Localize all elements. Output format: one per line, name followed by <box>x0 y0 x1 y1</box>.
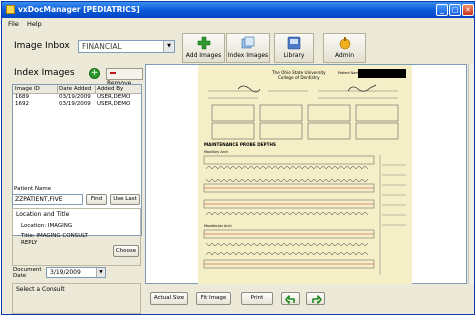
maximize-button[interactable]: □ <box>449 4 461 16</box>
window-title: vxDocManager [PEDIATRICS] <box>18 5 140 14</box>
cell-added-by: USER,DEMO <box>97 94 131 100</box>
index-images-icon <box>241 36 255 49</box>
cell-image-id: 1692 <box>15 101 29 107</box>
doc-college: College of Dentistry <box>278 75 320 80</box>
choose-button[interactable]: Choose <box>113 245 139 257</box>
document-date-value: 3/19/2009 <box>50 269 81 276</box>
library-button[interactable]: Library <box>274 33 314 63</box>
library-label: Library <box>283 52 305 59</box>
table-row[interactable]: 1689 03/19/2009 USER,DEMO <box>13 94 141 101</box>
image-viewer[interactable]: The Ohio State University College of Den… <box>145 64 467 284</box>
viewer-scrollbar[interactable] <box>468 64 474 284</box>
actual-size-button[interactable]: Actual Size <box>150 292 188 305</box>
location-title-heading: Location and Title <box>16 211 70 218</box>
add-images-button[interactable]: Add Images <box>182 33 225 63</box>
index-images-label: Index Images <box>227 52 269 59</box>
column-divider <box>95 85 96 93</box>
add-icon <box>197 36 210 50</box>
cell-date-added: 03/19/2009 <box>59 101 91 107</box>
column-divider <box>57 85 58 93</box>
document-date-picker[interactable]: 3/19/2009 ▼ <box>46 267 106 278</box>
admin-icon <box>339 37 350 50</box>
title-value: Title: IMAGING CONSULT <box>21 233 88 239</box>
cell-image-id: 1689 <box>15 94 29 100</box>
table-row[interactable]: 1692 03/19/2009 USER,DEMO <box>13 101 141 108</box>
patient-name-input[interactable]: ZZPATIENT,FIVE <box>12 194 83 205</box>
column-header-image-id[interactable]: Image ID <box>15 85 40 93</box>
index-panel: Index Images + Remove Image ID Date Adde… <box>10 64 143 314</box>
find-button[interactable]: Find <box>86 194 107 205</box>
image-inbox-value: FINANCIAL <box>82 42 122 51</box>
redacted-patient-name <box>358 69 406 78</box>
app-icon <box>6 5 15 14</box>
rotate-left-button[interactable] <box>281 292 300 305</box>
rotate-left-icon <box>284 295 295 304</box>
rotate-right-icon <box>311 295 322 304</box>
admin-button[interactable]: Admin <box>323 33 366 63</box>
minus-icon <box>110 72 116 74</box>
image-inbox-label: Image Inbox <box>14 41 70 51</box>
doc-patient-name-label: Patient Name <box>338 71 361 75</box>
add-icon[interactable]: + <box>89 68 100 79</box>
title-bar: vxDocManager [PEDIATRICS] _ □ ✕ <box>2 2 474 18</box>
column-header-added-by[interactable]: Added By <box>97 85 123 93</box>
doc-maxillary-label: Maxillary Arch <box>204 150 228 154</box>
admin-label: Admin <box>334 52 355 59</box>
fit-image-button[interactable]: Fit Image <box>196 292 231 305</box>
chevron-down-icon[interactable]: ▼ <box>96 268 105 277</box>
print-button[interactable]: Print <box>241 292 273 305</box>
scanned-dental-chart-image: The Ohio State University College of Den… <box>198 65 412 284</box>
viewer-controls: Actual Size Fit Image Print <box>145 285 470 311</box>
cell-added-by: USER,DEMO <box>97 101 131 107</box>
consult-group: Select a Consult <box>12 283 141 314</box>
document-date-label: Document Date <box>13 267 42 279</box>
index-images-title: Index Images <box>14 68 75 78</box>
toolbar: Image Inbox FINANCIAL ▼ Add Images Index… <box>2 31 474 63</box>
doc-section-title: MAINTENANCE PROBE DEPTHS <box>204 142 276 147</box>
use-last-button[interactable]: Use Last <box>110 194 140 205</box>
menu-help[interactable]: Help <box>27 19 42 30</box>
image-inbox-select[interactable]: FINANCIAL ▼ <box>78 40 175 53</box>
remove-button[interactable]: Remove <box>106 68 143 87</box>
select-consult-heading: Select a Consult <box>16 286 65 293</box>
rotate-right-button[interactable] <box>306 292 325 305</box>
table-header: Image ID Date Added Added By <box>13 85 141 94</box>
location-value: Location: IMAGING <box>21 223 73 229</box>
column-header-date-added[interactable]: Date Added <box>59 85 91 93</box>
library-icon <box>287 36 301 50</box>
title-value-continued: REPLY <box>21 240 38 246</box>
chevron-down-icon[interactable]: ▼ <box>163 41 174 52</box>
add-images-label: Add Images <box>185 52 222 59</box>
doc-mandibular-label: Mandibular Arch <box>204 224 232 228</box>
menu-bar: File Help <box>2 19 474 30</box>
menu-file[interactable]: File <box>8 19 19 30</box>
cell-date-added: 03/19/2009 <box>59 94 91 100</box>
patient-name-label: Patient Name <box>14 186 52 192</box>
app-window: vxDocManager [PEDIATRICS] _ □ ✕ File Hel… <box>1 1 475 315</box>
close-button[interactable]: ✕ <box>462 4 474 16</box>
minimize-button[interactable]: _ <box>436 4 448 16</box>
location-title-group: Location and Title Location: IMAGING Tit… <box>12 208 141 266</box>
index-images-button[interactable]: Index Images <box>226 33 270 63</box>
